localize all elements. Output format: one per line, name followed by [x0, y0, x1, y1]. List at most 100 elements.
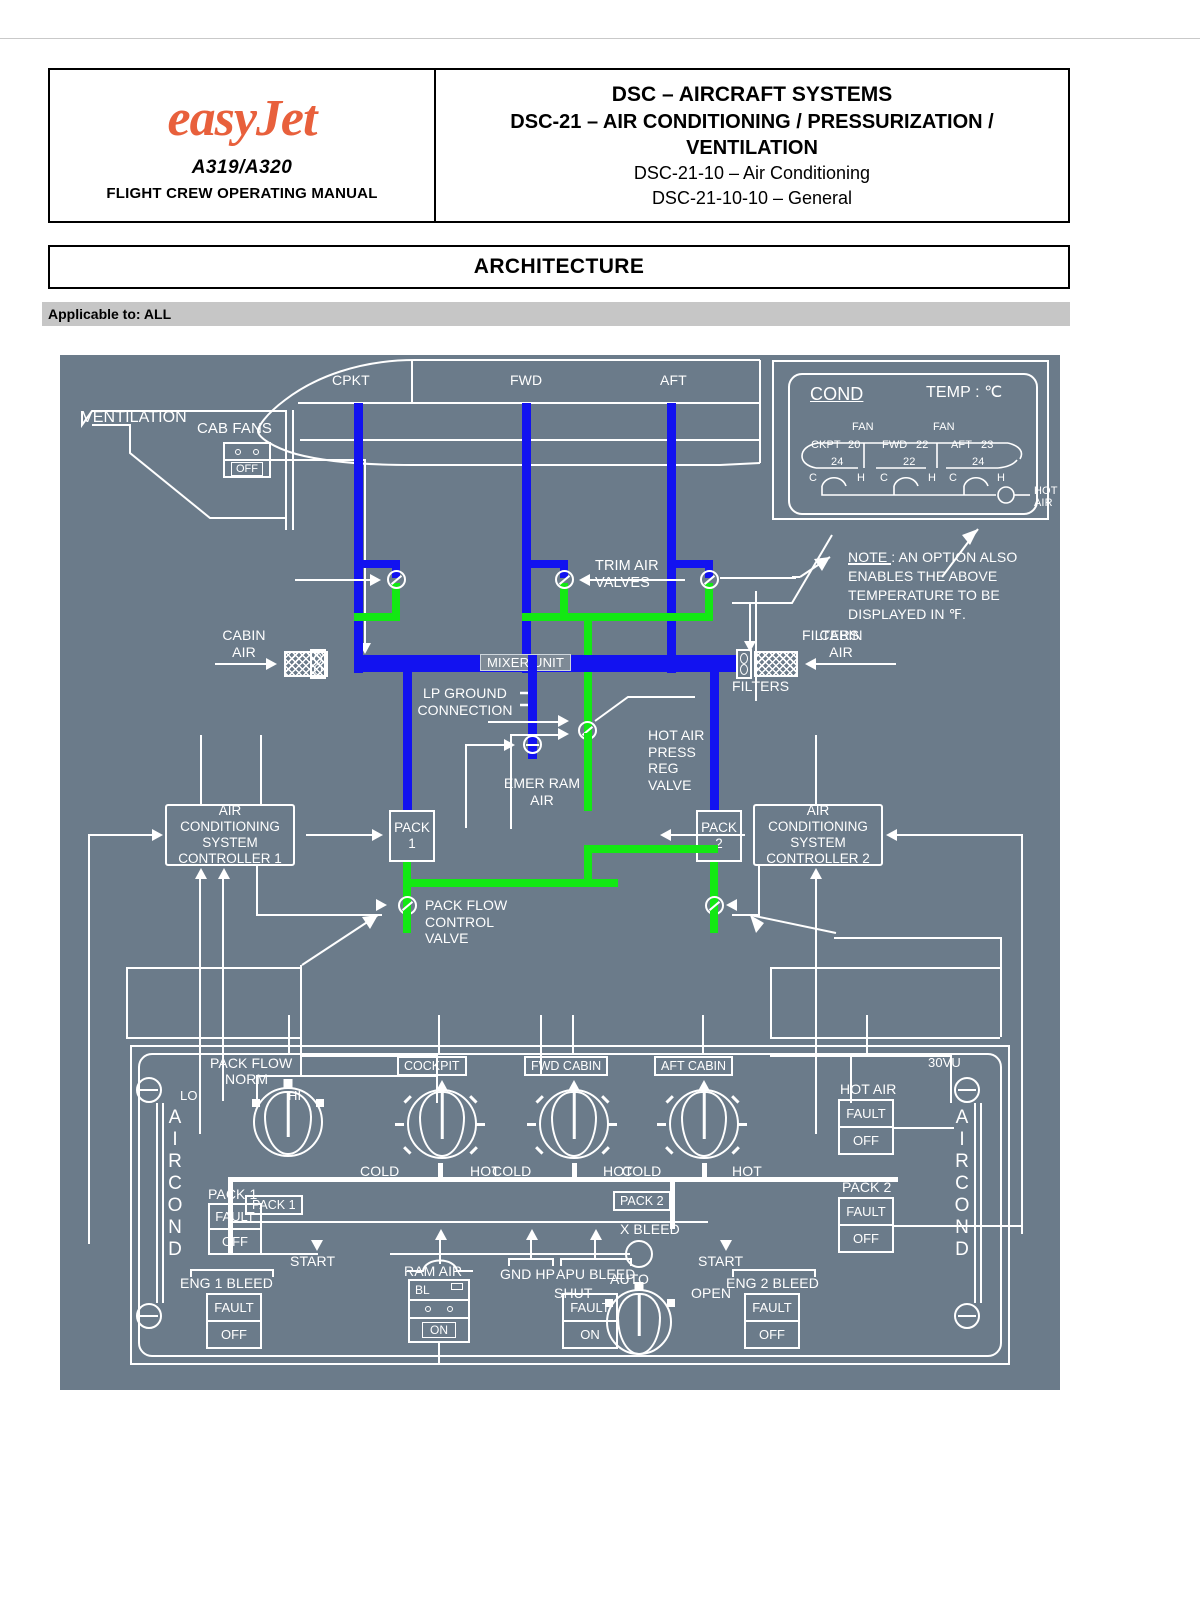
trim-green-manifold	[560, 613, 713, 621]
fwd-signal-up	[572, 1015, 574, 1053]
eng-1-bleed-pushbutton[interactable]: FAULT OFF	[206, 1293, 262, 1349]
panel-screw-top-left	[136, 1077, 162, 1103]
hot-air-signal-2v	[510, 734, 512, 829]
pack-flow-selector-knob[interactable]	[250, 1079, 326, 1163]
panel-screw-bottom-right	[954, 1303, 980, 1329]
eng2-bleed-bar	[732, 1269, 814, 1271]
mixer-unit-label: MIXER UNIT	[480, 654, 572, 671]
pack-1-box: PACK 1	[389, 810, 435, 862]
apu-bleed-fault-legend: FAULT	[564, 1295, 616, 1322]
gnd-hp-arrow	[526, 1229, 538, 1240]
pack-flow-norm-label: NORM	[225, 1071, 269, 1087]
ram-air-indicator	[451, 1283, 463, 1290]
cabin-air-left-arrow	[266, 658, 277, 670]
pack-1-pushbutton[interactable]: FAULT OFF	[208, 1203, 262, 1255]
ram-air-arrow	[435, 1229, 447, 1240]
cab-fans-off-legend: OFF	[231, 461, 263, 476]
start-left-label: START	[290, 1253, 336, 1269]
ram-air-pushbutton[interactable]: BL ON	[408, 1279, 470, 1343]
pack-flow-hi-detent	[316, 1099, 324, 1107]
zone-label-cpkt: CPKT	[332, 372, 370, 388]
cabin-air-left-line	[215, 663, 267, 665]
lp-ground-connector-icon	[520, 691, 536, 707]
zone-label-fwd: FWD	[510, 372, 543, 388]
page-top-rule	[0, 38, 1200, 39]
panel-label-left-aircond: AIRCOND	[164, 1107, 186, 1261]
duct-fwd-riser	[522, 403, 531, 673]
apu-bleed-bar-l	[560, 1258, 562, 1266]
diagram-note: NOTE : AN OPTION ALSO ENABLES THE ABOVE …	[848, 549, 1018, 622]
apu-bleed-pushbutton[interactable]: FAULT ON	[562, 1293, 618, 1349]
panel-rail-right-b	[980, 1103, 982, 1303]
ecam-zone-fwd-name: FWD	[882, 439, 908, 451]
ctrl2-bus-h2	[770, 967, 1000, 969]
ecam-cond-title: COND	[810, 384, 864, 404]
temp-selector-aft-knob[interactable]	[657, 1080, 747, 1163]
ctrl1-to-pack1	[306, 834, 378, 836]
ctrl2-to-pack2-arrow	[660, 829, 671, 841]
pack2-outlet-duct	[710, 655, 719, 810]
trim-cpkt-green-h	[354, 613, 400, 621]
emer-ram-signal	[465, 744, 507, 746]
ecam-zone-fwd-actual: 22	[916, 439, 929, 451]
ecam-zone-ckpt-cold: C	[809, 472, 818, 484]
ecam-zone-aft-selected: 24	[972, 456, 985, 468]
eng-2-bleed-fault-legend: FAULT	[746, 1295, 798, 1322]
hot-air-signal-2	[510, 734, 560, 736]
pack-1-off-legend: OFF	[222, 1234, 248, 1249]
pack-2-tag: PACK 2	[613, 1191, 671, 1211]
temp-selector-fwd-knob[interactable]	[527, 1080, 617, 1163]
ctrl2-to-pack2	[665, 834, 745, 836]
pack2-green-tail	[710, 911, 718, 933]
hot-air-pushbutton[interactable]: FAULT OFF	[838, 1099, 894, 1155]
header-line-4: DSC-21-10-10 – General	[651, 187, 853, 208]
trim-air-valve-aft	[700, 570, 719, 589]
ctrl1-input-v	[88, 834, 90, 1244]
temp-selector-fwd-caption: FWD CABIN	[524, 1056, 609, 1076]
x-bleed-title: X BLEED	[620, 1221, 680, 1237]
header-title-block: DSC – AIRCRAFT SYSTEMS DSC-21 – AIR COND…	[436, 70, 1068, 221]
header-logo-block: easyJet A319/A320 FLIGHT CREW OPERATING …	[50, 70, 436, 221]
pack-2-pushbutton-caption: PACK 2	[842, 1179, 892, 1195]
header-line-3: DSC-21-10 – Air Conditioning	[633, 163, 871, 184]
gnd-hp-bar	[508, 1258, 554, 1260]
cab-fan-1-indicator	[235, 448, 241, 455]
ctrl1-feedback-arrow-b	[218, 868, 230, 879]
note-leader	[732, 534, 833, 604]
ctrl1-to-pfcv-v	[256, 866, 258, 916]
pack-1-pushbutton-caption: PACK 1	[208, 1186, 258, 1202]
temp-selector-cockpit-knob[interactable]	[395, 1080, 485, 1163]
x-bleed-bus	[390, 1253, 630, 1255]
cab-fans-pushbutton[interactable]: OFF	[223, 442, 271, 478]
trim-air-valve-cpkt	[387, 570, 406, 589]
trim-air-valves-label: TRIM AIR VALVES	[595, 558, 659, 592]
cab-fan-out-line	[271, 459, 366, 461]
pack-flow-title: PACK FLOW	[210, 1055, 293, 1071]
ram-air-on-legend: ON	[422, 1322, 456, 1338]
header-line-1: DSC – AIRCRAFT SYSTEMS	[611, 82, 893, 106]
eng-1-bleed-fault-legend: FAULT	[208, 1295, 260, 1322]
trim-cpkt-signal-stub	[295, 579, 297, 581]
panel-screw-top-right	[954, 1077, 980, 1103]
pack-2-pushbutton[interactable]: FAULT OFF	[838, 1197, 894, 1253]
trim-air-valve-fwd	[555, 570, 574, 589]
cab-fans-label: CAB FANS	[197, 420, 272, 437]
ctrl2-bus-v	[1000, 937, 1002, 1037]
pfcv1-feedback-leader	[301, 914, 379, 966]
panel-label-right-aircond: AIRCOND	[951, 1107, 973, 1261]
emer-ram-signal-v	[465, 744, 467, 828]
apu-bleed-stem	[594, 1240, 596, 1258]
panel-code-30vu: 30VU	[928, 1055, 961, 1070]
ecam-zone-ckpt-selected: 24	[831, 456, 844, 468]
trim-cpkt-signal	[295, 579, 373, 581]
zone-label-aft: AFT	[660, 372, 687, 388]
eng-2-bleed-pushbutton[interactable]: FAULT OFF	[744, 1293, 800, 1349]
fwd-knob-drop	[572, 1163, 577, 1179]
hot-air-signal-1	[488, 721, 560, 723]
ctrl1-bus-h2	[126, 1037, 302, 1039]
temp-selector-aft-caption: AFT CABIN	[654, 1056, 734, 1076]
ecam-zone-ckpt-actual: 20	[848, 439, 861, 451]
gnd-hp-bar-l	[508, 1258, 510, 1266]
cab-fan-2-indicator	[253, 448, 259, 455]
pack1-outlet-duct	[403, 655, 412, 810]
